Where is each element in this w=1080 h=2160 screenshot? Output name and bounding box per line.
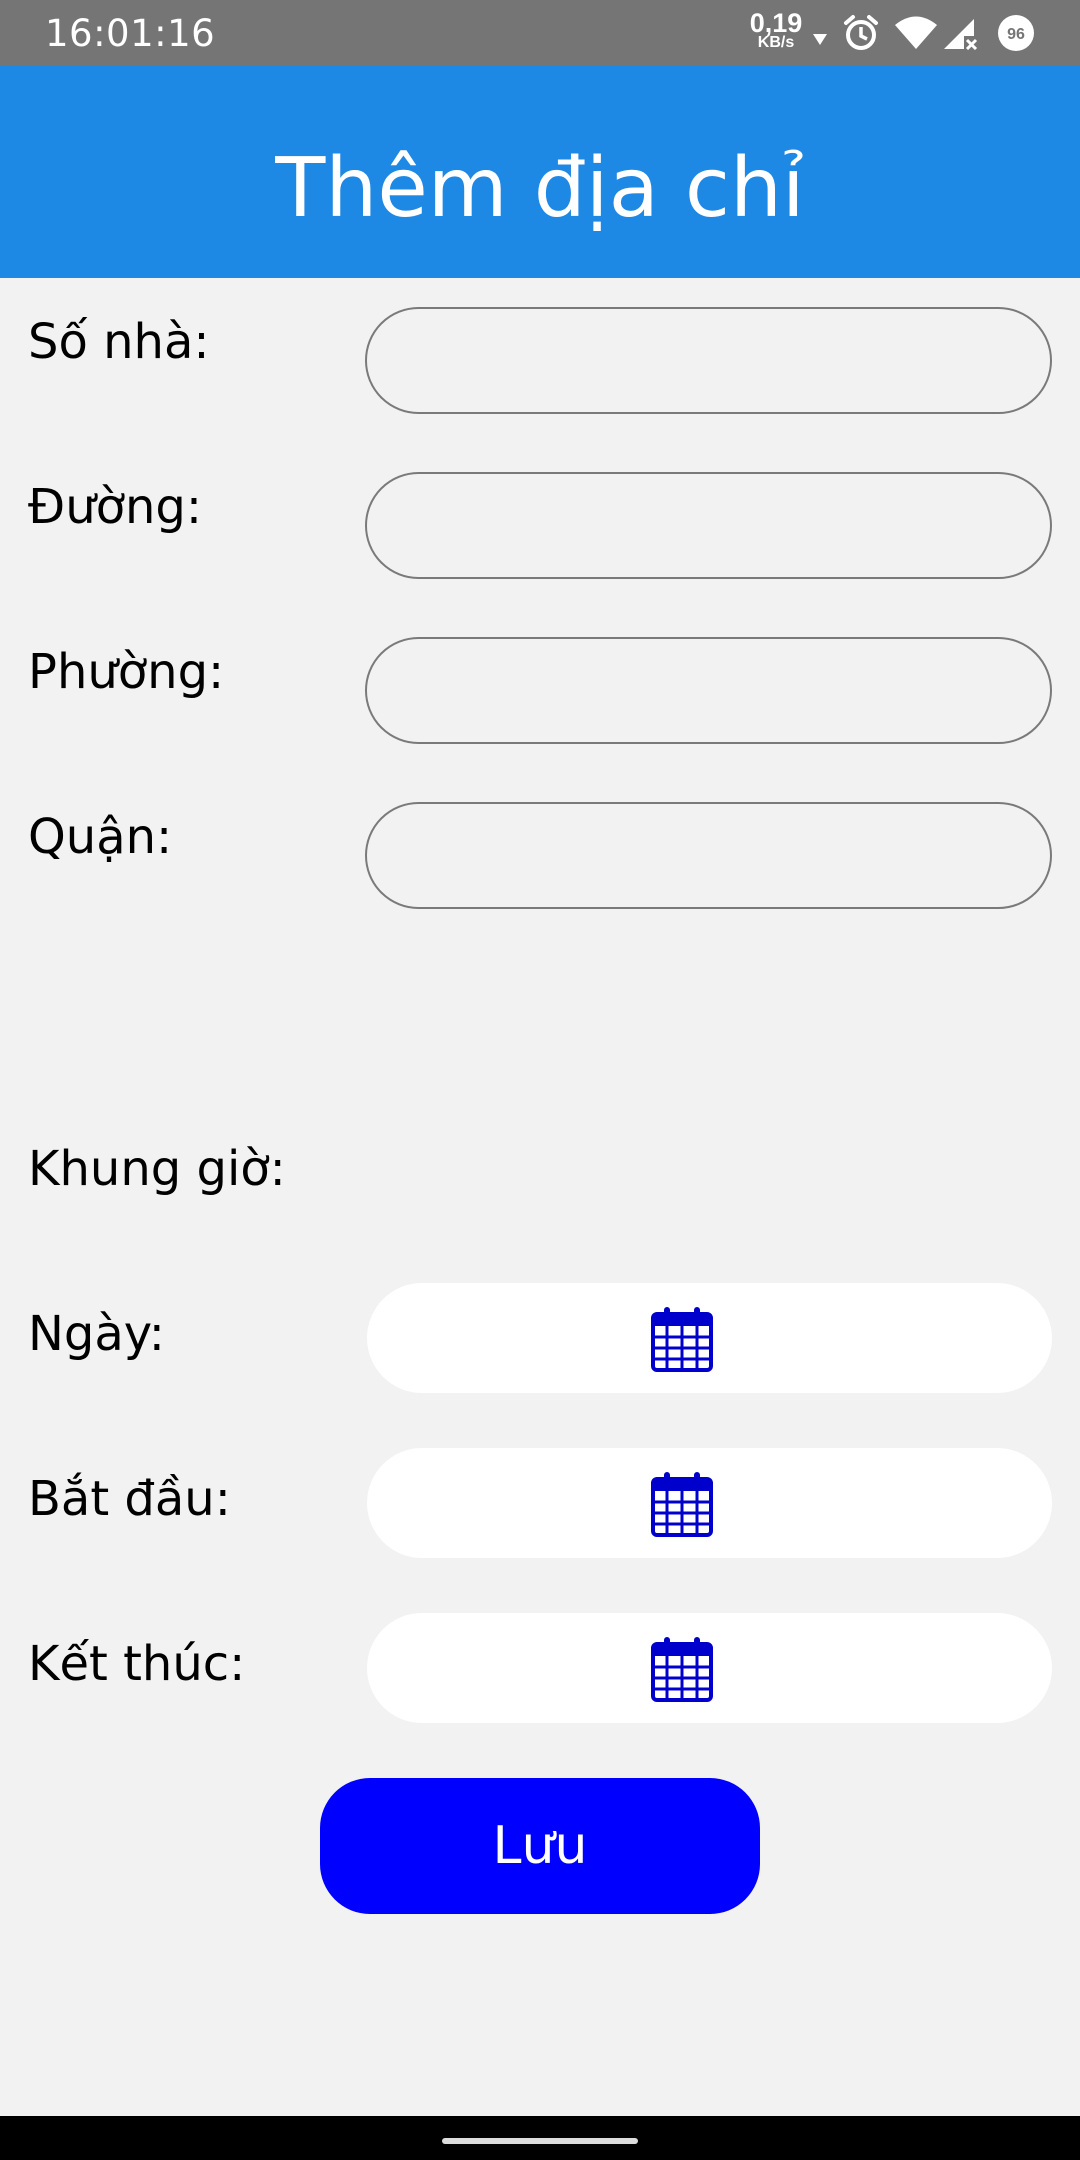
status-time: 16:01:16 [45,12,216,55]
app-bar: Thêm địa chỉ [0,66,1080,278]
calendar-icon[interactable] [651,1636,713,1702]
date-picker[interactable] [367,1283,1052,1393]
house-number-label: Số nhà: [28,314,210,370]
home-gesture-handle[interactable] [442,2138,638,2144]
alarm-icon [844,15,878,50]
start-time-label: Bắt đầu: [28,1471,231,1527]
cell-signal-icon [944,19,978,50]
calendar-icon[interactable] [651,1471,713,1537]
save-button[interactable]: Lưu [320,1778,760,1914]
street-input[interactable] [365,472,1052,579]
end-time-label: Kết thúc: [28,1636,246,1692]
battery-level: 96 [1007,26,1025,43]
time-slot-heading: Khung giờ: [28,1141,286,1197]
ward-input[interactable] [365,637,1052,744]
status-bar: 16:01:16 0,19 KB/s 96 [0,0,1080,66]
download-arrow-icon [813,34,827,45]
network-speed: 0,19 KB/s [748,10,804,51]
battery-icon: 96 [998,15,1034,51]
navigation-bar [0,2116,1080,2160]
district-input[interactable] [365,802,1052,909]
district-label: Quận: [28,809,173,865]
calendar-icon[interactable] [651,1306,713,1372]
start-time-picker[interactable] [367,1448,1052,1558]
house-number-input[interactable] [365,307,1052,414]
ward-label: Phường: [28,644,225,700]
end-time-picker[interactable] [367,1613,1052,1723]
network-speed-value: 0,19 [749,8,803,38]
date-label: Ngày: [28,1306,165,1362]
street-label: Đường: [28,479,203,535]
wifi-icon [895,16,937,49]
page-title: Thêm địa chỉ [275,141,805,236]
